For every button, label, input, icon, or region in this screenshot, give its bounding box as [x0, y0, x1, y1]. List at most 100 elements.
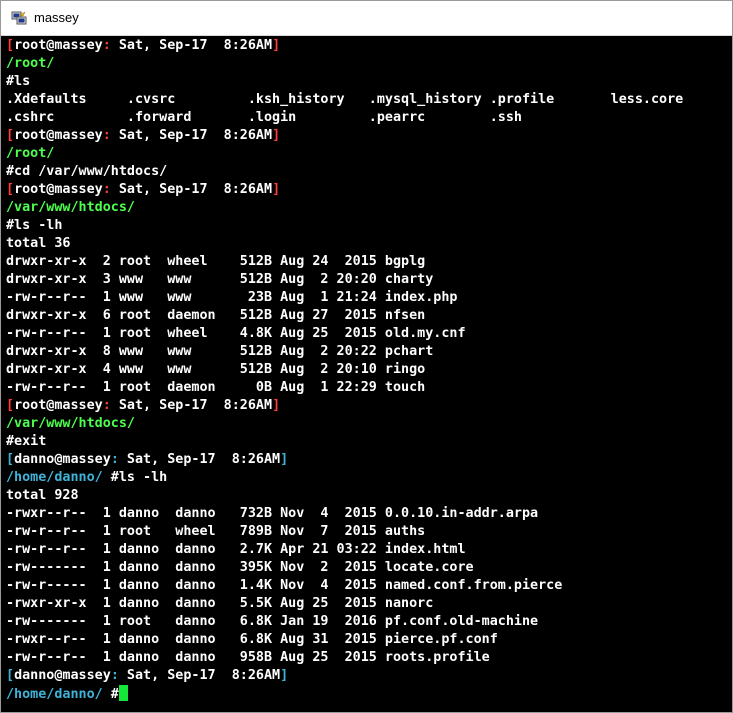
output-text: .cshrc .forward .login .pearrc .ssh [6, 110, 522, 125]
output-text: drwxr-xr-x 4 www www 512B Aug 2 20:10 ri… [6, 362, 426, 377]
cursor [118, 685, 128, 701]
terminal-line: -rw-r--r-- 1 danno danno 958B Aug 25 201… [6, 649, 732, 667]
terminal-line: [root@massey: Sat, Sep-17 8:26AM] [6, 397, 732, 415]
prompt-path: /var/www/htdocs/ [6, 200, 135, 215]
output-text: drwxr-xr-x 8 www www 512B Aug 2 20:22 pc… [6, 344, 434, 359]
putty-icon [11, 11, 27, 25]
prompt-bracket: [ [6, 398, 15, 413]
prompt-colon: : [102, 38, 111, 53]
terminal-line: -rw------- 1 root danno 6.8K Jan 19 2016… [6, 613, 732, 631]
terminal-line: [danno@massey: Sat, Sep-17 8:26AM] [6, 451, 732, 469]
terminal-line: #ls [6, 73, 732, 91]
output-text: #cd /var/www/htdocs/ [6, 164, 168, 179]
output-text: -rwxr-xr-x 1 danno danno 5.5K Aug 25 201… [6, 596, 434, 611]
terminal-line: /var/www/htdocs/ [6, 415, 732, 433]
prompt-bracket: ] [272, 182, 281, 197]
terminal-line: #ls -lh [6, 217, 732, 235]
terminal-line: -rw-r--r-- 1 root daemon 0B Aug 1 22:29 … [6, 379, 732, 397]
output-text: #exit [6, 434, 47, 449]
terminal-line: .Xdefaults .cvsrc .ksh_history .mysql_hi… [6, 91, 732, 109]
terminal-line: -rw-r--r-- 1 www www 23B Aug 1 21:24 ind… [6, 289, 732, 307]
terminal-line: .cshrc .forward .login .pearrc .ssh [6, 109, 732, 127]
output-text: -rw-r--r-- 1 root daemon 0B Aug 1 22:29 … [6, 380, 426, 395]
output-text: -rwxr--r-- 1 danno danno 732B Nov 4 2015… [6, 506, 539, 521]
terminal-line: total 928 [6, 487, 732, 505]
terminal-line: -rwxr--r-- 1 danno danno 6.8K Aug 31 201… [6, 631, 732, 649]
prompt-date: Sat, Sep-17 8:26AM [118, 668, 281, 683]
output-text: -rw-r--r-- 1 root wheel 4.8K Aug 25 2015… [6, 326, 466, 341]
prompt-bracket: [ [6, 182, 15, 197]
prompt-user-host: root@massey [14, 128, 103, 143]
prompt-colon: : [102, 398, 111, 413]
terminal-line: -rwxr-xr-x 1 danno danno 5.5K Aug 25 201… [6, 595, 732, 613]
terminal-line: -rwxr--r-- 1 danno danno 732B Nov 4 2015… [6, 505, 732, 523]
terminal-line: [root@massey: Sat, Sep-17 8:26AM] [6, 181, 732, 199]
output-text: drwxr-xr-x 3 www www 512B Aug 2 20:20 ch… [6, 272, 434, 287]
prompt-colon: : [102, 182, 111, 197]
prompt-date: Sat, Sep-17 8:26AM [110, 38, 273, 53]
terminal-line: [danno@massey: Sat, Sep-17 8:26AM] [6, 667, 732, 685]
terminal-line: [root@massey: Sat, Sep-17 8:26AM] [6, 37, 732, 55]
terminal-line: /var/www/htdocs/ [6, 199, 732, 217]
prompt-date: Sat, Sep-17 8:26AM [118, 452, 281, 467]
prompt-path: /home/danno/ [6, 470, 103, 485]
terminal-line: total 36 [6, 235, 732, 253]
output-text: -rw------- 1 danno danno 395K Nov 2 2015… [6, 560, 474, 575]
terminal-line: -rw-r--r-- 1 danno danno 2.7K Apr 21 03:… [6, 541, 732, 559]
prompt-path: /root/ [6, 146, 55, 161]
prompt-bracket: ] [280, 668, 289, 683]
terminal-line: /home/danno/ # [6, 685, 732, 703]
prompt-bracket: [ [6, 668, 15, 683]
terminal-line: -rw-r----- 1 danno danno 1.4K Nov 4 2015… [6, 577, 732, 595]
prompt-colon: : [110, 452, 119, 467]
terminal-output[interactable]: [root@massey: Sat, Sep-17 8:26AM]/root/#… [6, 37, 732, 712]
terminal-line: #exit [6, 433, 732, 451]
prompt-bracket: ] [272, 38, 281, 53]
output-text: -rw-r--r-- 1 www www 23B Aug 1 21:24 ind… [6, 290, 458, 305]
terminal-line: #cd /var/www/htdocs/ [6, 163, 732, 181]
prompt-bracket: [ [6, 128, 15, 143]
output-text: total 928 [6, 488, 79, 503]
prompt-path: /home/danno/ [6, 687, 103, 702]
prompt-bracket: ] [280, 452, 289, 467]
terminal-line: -rw------- 1 danno danno 395K Nov 2 2015… [6, 559, 732, 577]
prompt-bracket: ] [272, 398, 281, 413]
terminal-line: drwxr-xr-x 4 www www 512B Aug 2 20:10 ri… [6, 361, 732, 379]
prompt-bracket: [ [6, 38, 15, 53]
prompt-date: Sat, Sep-17 8:26AM [110, 128, 273, 143]
prompt-bracket: ] [272, 128, 281, 143]
prompt-date: Sat, Sep-17 8:26AM [110, 398, 273, 413]
output-text: #ls [6, 74, 31, 89]
output-text: #ls -lh [6, 218, 63, 233]
command-text: #ls -lh [102, 470, 168, 485]
terminal-line: drwxr-xr-x 6 root daemon 512B Aug 27 201… [6, 307, 732, 325]
prompt-user-host: root@massey [14, 182, 103, 197]
command-text: # [102, 687, 119, 702]
output-text: drwxr-xr-x 2 root wheel 512B Aug 24 2015… [6, 254, 426, 269]
terminal-window: massey [root@massey: Sat, Sep-17 8:26AM]… [0, 0, 733, 713]
terminal-line: /home/danno/ #ls -lh [6, 469, 732, 487]
prompt-user-host: root@massey [14, 398, 103, 413]
terminal-line: -rw-r--r-- 1 root wheel 4.8K Aug 25 2015… [6, 325, 732, 343]
output-text: -rw-r--r-- 1 danno danno 958B Aug 25 201… [6, 650, 490, 665]
prompt-bracket: [ [6, 452, 15, 467]
prompt-colon: : [102, 128, 111, 143]
window-title: massey [34, 10, 79, 25]
output-text: -rw-r--r-- 1 danno danno 2.7K Apr 21 03:… [6, 542, 466, 557]
terminal-line: drwxr-xr-x 3 www www 512B Aug 2 20:20 ch… [6, 271, 732, 289]
output-text: total 36 [6, 236, 71, 251]
prompt-colon: : [110, 668, 119, 683]
prompt-user-host: danno@massey [14, 452, 111, 467]
terminal-line: [root@massey: Sat, Sep-17 8:26AM] [6, 127, 732, 145]
prompt-date: Sat, Sep-17 8:26AM [110, 182, 273, 197]
terminal-line: drwxr-xr-x 8 www www 512B Aug 2 20:22 pc… [6, 343, 732, 361]
prompt-user-host: danno@massey [14, 668, 111, 683]
output-text: -rw-r--r-- 1 root wheel 789B Nov 7 2015 … [6, 524, 426, 539]
prompt-path: /root/ [6, 56, 55, 71]
terminal-line: drwxr-xr-x 2 root wheel 512B Aug 24 2015… [6, 253, 732, 271]
output-text: drwxr-xr-x 6 root daemon 512B Aug 27 201… [6, 308, 426, 323]
output-text: -rw------- 1 root danno 6.8K Jan 19 2016… [6, 614, 539, 629]
terminal-line: /root/ [6, 55, 732, 73]
terminal-line: -rw-r--r-- 1 root wheel 789B Nov 7 2015 … [6, 523, 732, 541]
title-bar[interactable]: massey [1, 1, 732, 36]
